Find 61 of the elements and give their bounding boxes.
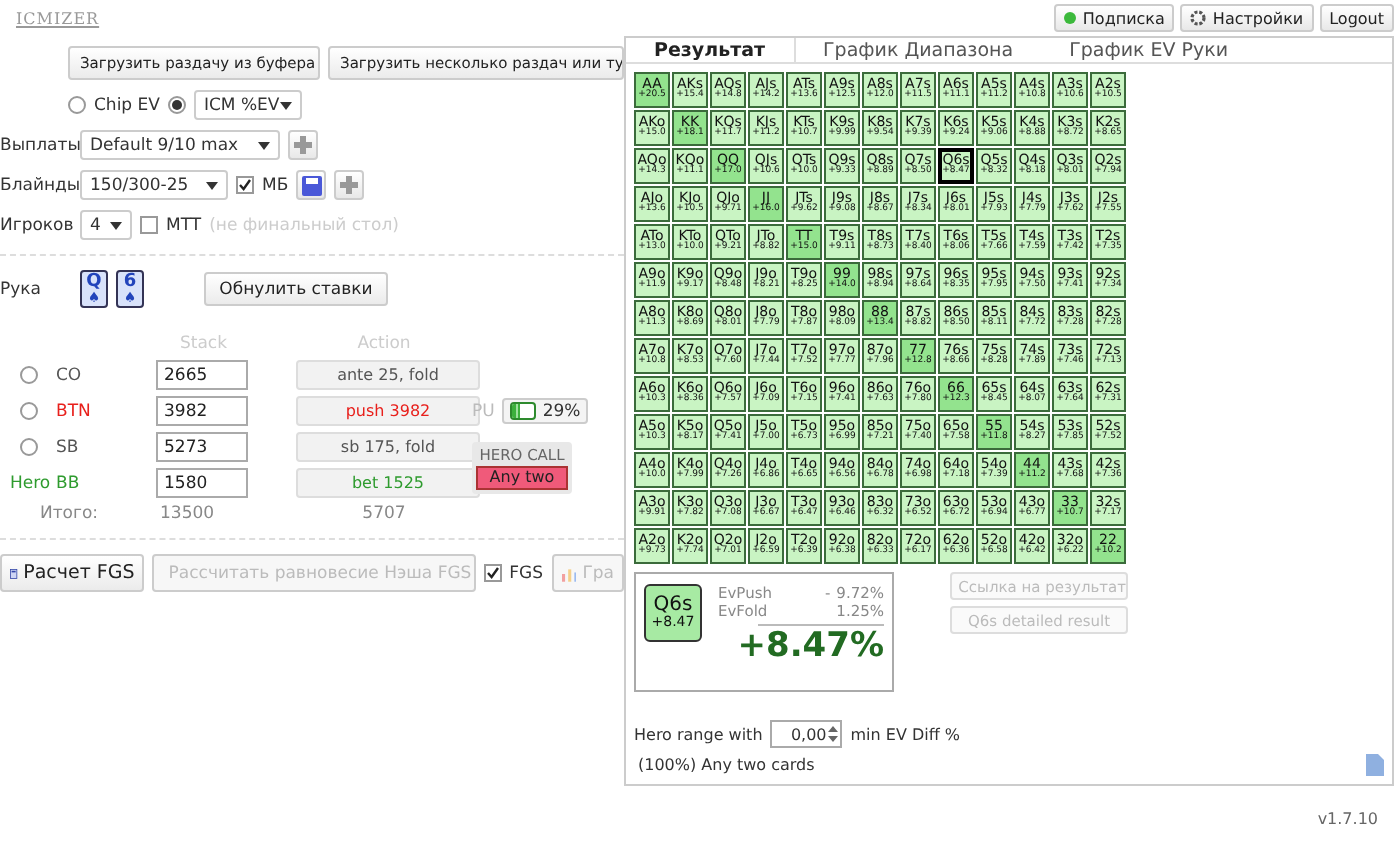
action-field[interactable]: ante 25, fold xyxy=(296,360,480,390)
min-ev-label: min EV Diff % xyxy=(850,725,961,743)
hero-range-label: Hero range with xyxy=(634,725,763,743)
plus-icon xyxy=(340,176,359,194)
stack-field[interactable]: 3982 xyxy=(156,396,248,426)
player-radio[interactable] xyxy=(20,366,38,384)
document-icon[interactable] xyxy=(1366,754,1384,776)
ev-total: +8.47% xyxy=(737,626,884,666)
save-button[interactable] xyxy=(296,170,327,200)
hand-label: Рука xyxy=(0,279,43,299)
total-action: 5707 xyxy=(360,504,408,524)
range-control[interactable]: 29% xyxy=(502,398,589,424)
mtt-checkbox[interactable] xyxy=(140,216,158,234)
action-field[interactable]: sb 175, fold xyxy=(296,432,480,462)
subscription-button[interactable]: Подписка xyxy=(1054,4,1175,32)
fgs-checkbox[interactable] xyxy=(483,564,502,582)
blinds-select[interactable]: 150/300-25 xyxy=(80,170,228,200)
payouts-select[interactable]: Default 9/10 max xyxy=(80,130,280,160)
min-ev-field[interactable]: 0,00 xyxy=(770,720,843,748)
mb-label: МБ xyxy=(262,175,289,195)
caret-icon xyxy=(258,141,270,149)
logout-button[interactable]: Logout xyxy=(1319,4,1394,32)
players-label: Игроков xyxy=(0,215,72,235)
settings-button[interactable]: Настройки xyxy=(1180,4,1314,32)
players-select[interactable]: 4 xyxy=(80,210,132,240)
total-stack: 13500 xyxy=(158,504,217,524)
plus-icon xyxy=(294,136,312,154)
calculate-button[interactable]: Расчет FGS xyxy=(0,554,145,592)
mode-label: Chip EV xyxy=(94,95,160,115)
settings-icon xyxy=(1190,10,1207,26)
caret-icon xyxy=(279,101,292,109)
mb-checkbox[interactable] xyxy=(236,176,254,194)
mode-radio[interactable] xyxy=(167,96,186,114)
stack-field[interactable]: 2665 xyxy=(156,360,248,390)
mode-radio[interactable] xyxy=(68,96,86,114)
mode-select[interactable]: ICM %EV xyxy=(193,90,302,120)
tab[interactable]: График EV Руки xyxy=(1041,38,1257,62)
total-label: Итого: xyxy=(38,504,101,524)
position-label: BTN xyxy=(56,401,93,421)
position-label: CO xyxy=(56,365,84,385)
version-label: v1.7.10 xyxy=(1317,810,1378,828)
stack-field[interactable]: 5273 xyxy=(156,432,248,462)
add-button[interactable] xyxy=(288,130,318,160)
range-summary: (100%) Any two cards xyxy=(638,756,815,774)
position-label: BB xyxy=(56,473,82,493)
caret-icon xyxy=(206,181,218,189)
player-radio[interactable] xyxy=(20,438,38,456)
caret-icon xyxy=(110,221,122,229)
fgs-label: FGS xyxy=(509,563,543,583)
status-dot-icon xyxy=(1064,12,1077,24)
add-button[interactable] xyxy=(334,170,365,200)
hero-label: Hero xyxy=(8,473,53,493)
player-radio[interactable] xyxy=(20,402,38,420)
position-label: SB xyxy=(56,437,81,457)
mtt-label: MTT xyxy=(166,215,202,235)
tab[interactable]: График Диапазона xyxy=(795,38,1042,62)
stack-field[interactable]: 1580 xyxy=(156,468,248,498)
reset-bets-button[interactable]: Обнулить ставки xyxy=(204,272,388,306)
any-two-button[interactable]: Any two xyxy=(476,465,568,489)
bar-chart-icon xyxy=(561,563,577,583)
spinner-arrows-icon[interactable] xyxy=(828,724,839,744)
